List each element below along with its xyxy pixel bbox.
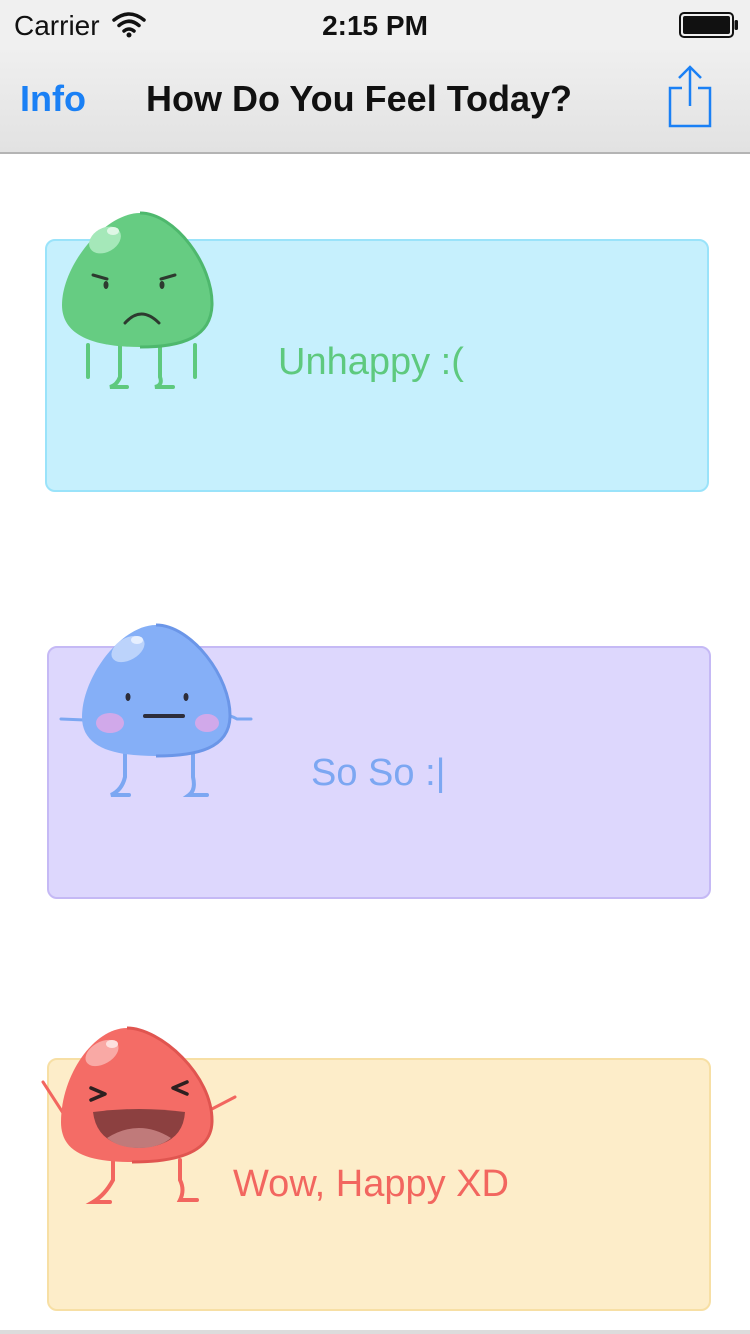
mood-label-unhappy: Unhappy :( <box>278 341 464 383</box>
happy-monster-icon <box>41 1026 237 1204</box>
mood-label-soso: So So :| <box>311 752 446 794</box>
info-button[interactable]: Info <box>20 78 86 120</box>
mood-label-happy: Wow, Happy XD <box>233 1163 509 1205</box>
bottom-divider <box>0 1330 750 1334</box>
battery-icon <box>679 12 738 38</box>
share-icon[interactable] <box>664 64 716 130</box>
status-time: 2:15 PM <box>322 10 428 41</box>
sad-monster-icon <box>62 211 214 389</box>
navigation-bar: Info How Do You Feel Today? <box>0 50 750 154</box>
status-bar: Carrier 2:15 PM <box>0 0 750 50</box>
neutral-monster-icon <box>59 623 253 797</box>
page-title: How Do You Feel Today? <box>146 78 573 119</box>
